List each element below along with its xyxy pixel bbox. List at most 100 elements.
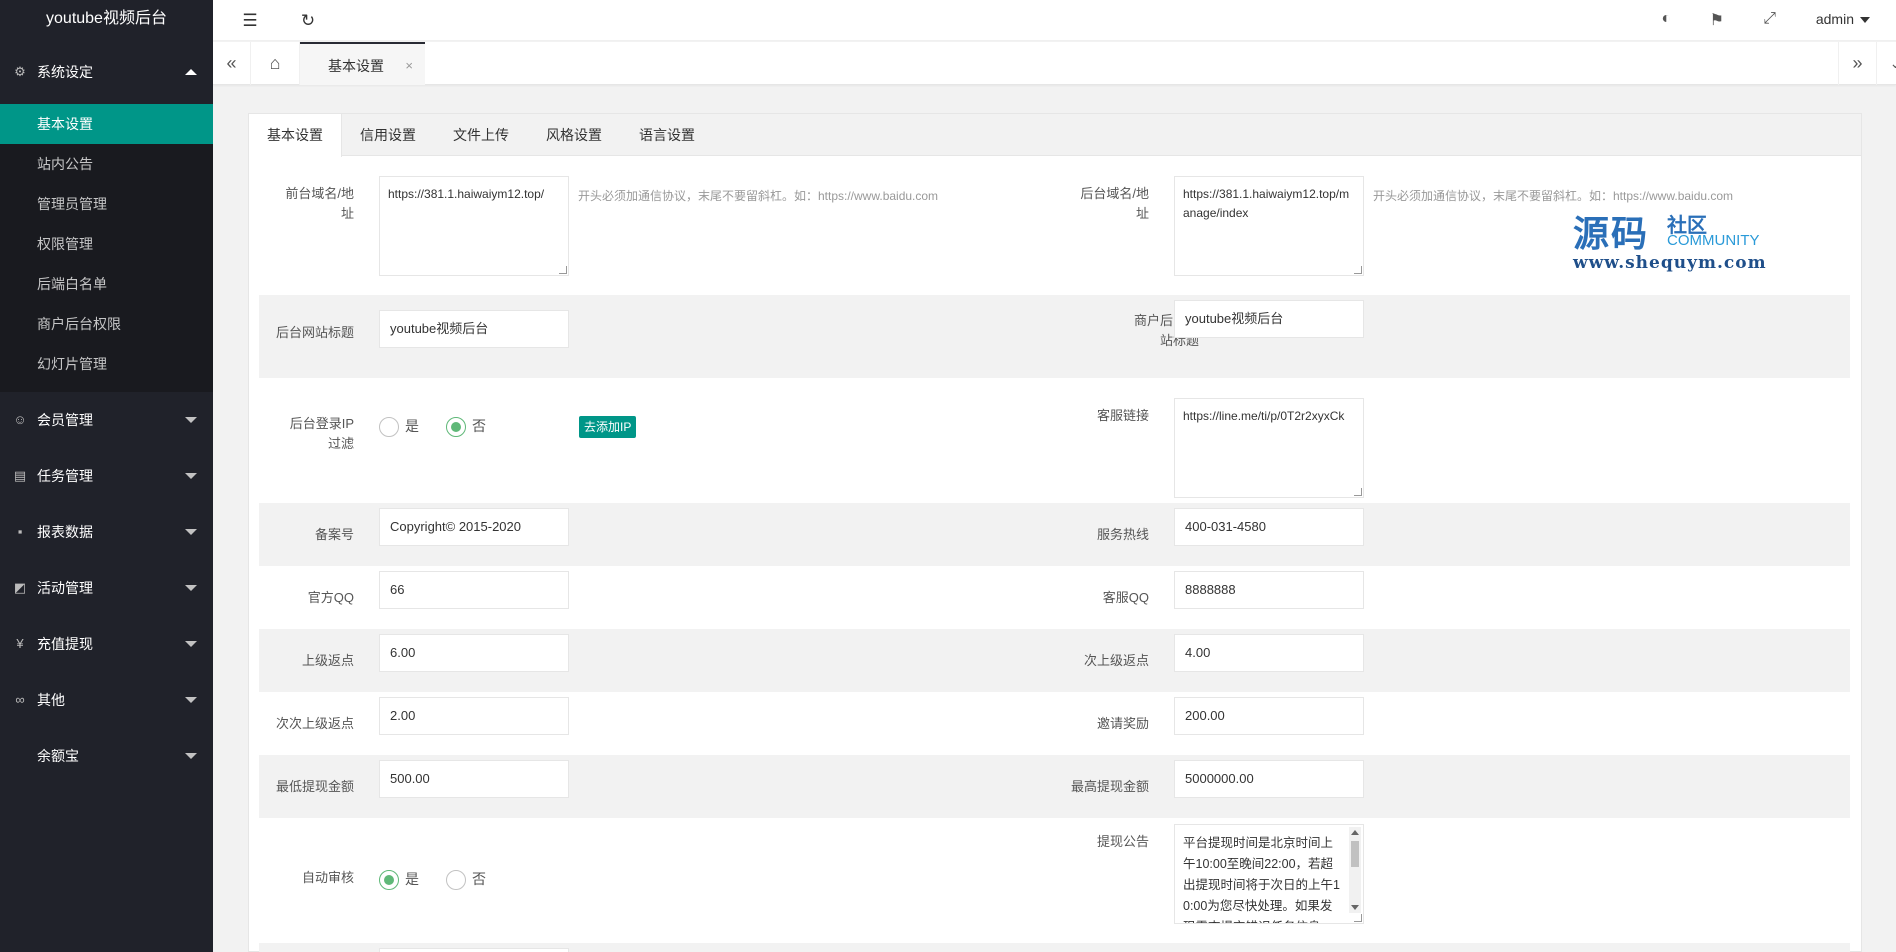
site-title-input[interactable]: youtube视频后台 (379, 310, 569, 348)
rebate3-input[interactable]: 2.00 (379, 697, 569, 735)
scroll-down-icon[interactable] (1351, 905, 1359, 910)
tabs-menu-icon[interactable]: ⌄ (1876, 42, 1896, 85)
page-tab-basic-settings[interactable]: 基本设置 × (300, 42, 425, 85)
add-ip-button[interactable]: 去添加IP (579, 416, 637, 438)
invite-reward-input[interactable]: 200.00 (1174, 697, 1364, 735)
tab-upload[interactable]: 文件上传 (435, 114, 527, 156)
sidebar-item-whitelist[interactable]: 后端白名单 (0, 264, 213, 304)
merchant-title-input[interactable]: youtube视频后台 (1174, 300, 1364, 338)
scrollbar[interactable] (1349, 827, 1361, 913)
resize-handle[interactable] (1354, 488, 1362, 496)
back-domain-field[interactable]: https://381.1.haiwaiym12.top/manage/inde… (1174, 176, 1364, 276)
scroll-thumb[interactable] (1351, 841, 1359, 867)
admin-menu[interactable]: admin (1816, 11, 1870, 27)
withdraw-notice-value: 平台提现时间是北京时间上午10:00至晚间22:00，若超出提现时间将于次日的上… (1183, 836, 1340, 923)
tab-basic[interactable]: 基本设置 (249, 114, 342, 157)
qq-input[interactable]: 66 (379, 571, 569, 609)
watermark-logo: 源码 社区 COMMUNITY www.shequym.com (1573, 205, 1773, 275)
auto-review-yes[interactable]: 是 (379, 868, 419, 891)
withdraw-notice-label: 提现公告 (1096, 834, 1149, 849)
menu-collapse-icon[interactable]: ☰ (239, 10, 261, 32)
nav-head-label: 活动管理 (37, 580, 93, 596)
next-input[interactable] (379, 948, 569, 952)
min-withdraw-input[interactable]: 500.00 (379, 760, 569, 798)
max-withdraw-input[interactable]: 5000000.00 (1174, 760, 1364, 798)
front-domain-label: 前台域名/地址 (285, 186, 354, 221)
watermark-community: COMMUNITY (1667, 232, 1760, 249)
nav-head-members[interactable]: ☺ 会员管理 (0, 392, 213, 448)
icp-label: 备案号 (314, 527, 354, 542)
service-link-field[interactable]: https://line.me/ti/p/0T2r2xyxCk (1174, 398, 1364, 498)
site-title-label: 后台网站标题 (275, 325, 354, 340)
nav-head-label: 会员管理 (37, 412, 93, 428)
chevron-up-icon (185, 69, 197, 75)
min-withdraw-label: 最低提现金额 (275, 779, 354, 794)
resize-handle[interactable] (1354, 914, 1362, 922)
chevron-down-icon (185, 529, 197, 535)
watermark-url: www.shequym.com (1573, 253, 1767, 273)
tab-style[interactable]: 风格设置 (528, 114, 620, 156)
admin-name: admin (1815, 11, 1854, 27)
nav-head-finance[interactable]: ¥ 充值提现 (0, 616, 213, 672)
rebate1-input[interactable]: 6.00 (379, 634, 569, 672)
chevron-down-icon (185, 417, 197, 423)
theme-icon[interactable]: ◐ (1661, 10, 1671, 28)
nav-head-activities[interactable]: ◩ 活动管理 (0, 560, 213, 616)
service-qq-input[interactable]: 8888888 (1174, 571, 1364, 609)
headset-icon: ◩ (13, 580, 27, 595)
radio-circle-selected (446, 417, 466, 438)
sidebar-item-merchant-permissions[interactable]: 商户后台权限 (0, 304, 213, 344)
invite-reward-label: 邀请奖励 (1096, 716, 1149, 731)
ip-filter-yes[interactable]: 是 (379, 415, 419, 438)
tab-language[interactable]: 语言设置 (621, 114, 713, 156)
scroll-up-icon[interactable] (1351, 830, 1359, 835)
resize-handle[interactable] (559, 266, 567, 274)
tag-icon[interactable]: ⚑ (1710, 10, 1724, 30)
auto-review-no[interactable]: 否 (446, 868, 486, 891)
sidebar-item-notice[interactable]: 站内公告 (0, 144, 213, 184)
home-icon[interactable]: ⌂ (251, 42, 300, 85)
page-tab-label: 基本设置 (328, 58, 384, 74)
auto-review-label: 自动审核 (301, 870, 354, 885)
ip-filter-no[interactable]: 否 (446, 415, 486, 438)
nav-head-yuebao[interactable]: 余额宝 (0, 728, 213, 784)
rebate2-input[interactable]: 4.00 (1174, 634, 1364, 672)
tab-credit[interactable]: 信用设置 (342, 114, 434, 156)
resize-handle[interactable] (1354, 266, 1362, 274)
form-row: 自动审核 是 否 提现公告 平台提现时间是北京时间上午10:00至晚间22:00… (259, 818, 1850, 943)
sidebar-item-admins[interactable]: 管理员管理 (0, 184, 213, 224)
chevron-down-icon (185, 697, 197, 703)
page-tabs-bar: « ⌂ 基本设置 × » ⌄ (213, 42, 1896, 85)
caret-down-icon (1860, 17, 1870, 24)
radio-label: 否 (472, 418, 486, 434)
sidebar-item-slides[interactable]: 幻灯片管理 (0, 344, 213, 384)
sidebar-item-permissions[interactable]: 权限管理 (0, 224, 213, 264)
hotline-input[interactable]: 400-031-4580 (1174, 508, 1364, 546)
close-icon[interactable]: × (405, 44, 413, 88)
rebate1-label: 上级返点 (301, 653, 354, 668)
radio-label: 是 (405, 418, 419, 434)
ip-filter-label: 后台登录IP过滤 (289, 416, 354, 451)
hotline-label: 服务热线 (1096, 527, 1149, 542)
icp-input[interactable]: Copyright© 2015-2020 (379, 508, 569, 546)
nav-head-system[interactable]: ⚙ 系统设定 (0, 40, 213, 104)
chevron-down-icon (185, 753, 197, 759)
front-domain-field[interactable]: https://381.1.haiwaiym12.top/ (379, 176, 569, 276)
withdraw-notice-field[interactable]: 平台提现时间是北京时间上午10:00至晚间22:00，若超出提现时间将于次日的上… (1174, 824, 1364, 924)
link-icon: ∞ (15, 692, 25, 707)
nav-head-tasks[interactable]: ▤ 任务管理 (0, 448, 213, 504)
sidebar-item-basic-settings[interactable]: 基本设置 (0, 104, 213, 144)
nav-head-other[interactable]: ∞ 其他 (0, 672, 213, 728)
app-logo: youtube视频后台 (0, 0, 213, 40)
doc-icon: ▤ (13, 468, 27, 483)
user-icon: ☺ (13, 412, 27, 427)
tabs-scroll-right-icon[interactable]: » (1838, 42, 1876, 85)
form-row: 备案号 Copyright© 2015-2020 服务热线 400-031-45… (259, 503, 1850, 566)
refresh-icon[interactable]: ↻ (297, 10, 319, 32)
tabs-scroll-left-icon[interactable]: « (213, 42, 251, 85)
nav-head-reports[interactable]: ▪ 报表数据 (0, 504, 213, 560)
fullscreen-icon[interactable]: ⤢ (1763, 10, 1776, 28)
radio-label: 是 (405, 871, 419, 887)
front-domain-value: https://381.1.haiwaiym12.top/ (388, 187, 545, 201)
radio-circle-selected (379, 870, 399, 891)
